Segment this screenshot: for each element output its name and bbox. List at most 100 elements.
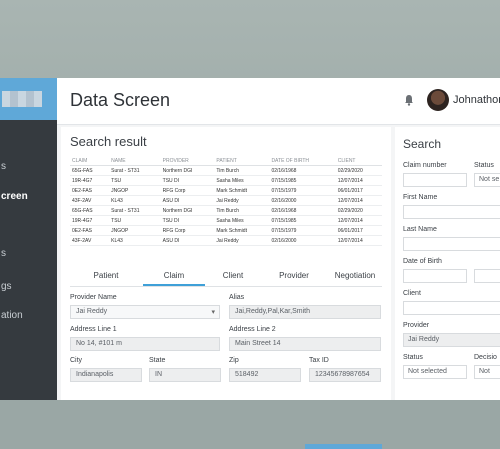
table-cell: 43F-2AV [70, 195, 110, 206]
table-cell: KL43 [109, 195, 161, 206]
client-label: Client [403, 290, 421, 297]
tab-patient[interactable]: Patient [75, 271, 137, 280]
column-header[interactable]: PATIENT [214, 157, 270, 166]
table-cell: Tim Burch [214, 165, 270, 176]
table-row[interactable]: 65G-FAS Surat - ST31 Northern DGI Tim Burch… [70, 205, 382, 216]
search-title: Search [403, 137, 442, 151]
provider-input[interactable]: Jai Reddy [403, 333, 500, 347]
table-cell: 02/16/2000 [269, 235, 336, 246]
table-row[interactable]: 19R-4G7 TSU TSU DI Sasha Miles 07/15/1985 12/… [70, 175, 382, 186]
table-cell: 12/07/2014 [335, 195, 382, 206]
table-cell: ASU DI [160, 235, 215, 246]
table-cell: Mark Schmidt [214, 225, 270, 236]
table-cell: ASU DI [160, 195, 215, 206]
taxid-label: Tax ID [309, 357, 329, 364]
dob-input[interactable] [403, 269, 467, 283]
bell-icon[interactable] [404, 94, 414, 106]
table-row[interactable]: 0E2-FAS JNGOP RFG Corp Mark Schmidt 07/15/19… [70, 225, 382, 236]
page-title: Data Screen [70, 90, 171, 110]
dob-input-2[interactable] [474, 269, 500, 283]
table-row[interactable]: 43F-2AV KL43 ASU DI Jai Reddy 02/16/2000 12/0… [70, 195, 382, 206]
table-cell: KL43 [109, 235, 161, 246]
table-cell: 02/29/2020 [335, 205, 382, 216]
table-cell: Northern DGI [160, 165, 215, 176]
address2-field[interactable]: Main Street 14 [229, 337, 381, 351]
taxid-field[interactable]: 12345678987654 [309, 368, 381, 382]
table-row[interactable]: 65G-FAS Surat - ST31 Northern DGI Tim Burch… [70, 165, 382, 176]
logo [2, 91, 42, 107]
sidebar-item-3[interactable]: s [1, 248, 6, 259]
zip-field[interactable]: 518492 [229, 368, 301, 382]
tab-bar: Patient Claim Client Provider Negotiatio… [70, 268, 382, 287]
provider-name-label: Provider Name [70, 294, 117, 301]
avatar[interactable] [427, 89, 449, 111]
top-bar: Data Screen Johnathon [57, 78, 500, 125]
state-label: State [149, 357, 166, 364]
state-field[interactable]: IN [149, 368, 221, 382]
table-cell: 07/15/1979 [269, 225, 336, 236]
table-cell: Sasha Miles [214, 175, 270, 186]
decision-select[interactable]: Not [474, 365, 500, 379]
table-cell: TSU [109, 215, 161, 226]
status-value: Not selected [408, 368, 447, 375]
column-header[interactable]: DATE OF BIRTH [269, 157, 336, 166]
table-cell: JNGOP [109, 185, 161, 196]
status-select[interactable]: Not selected [403, 365, 467, 379]
sidebar-item-data-screen[interactable]: creen [1, 191, 28, 202]
table-cell: Surat - ST31 [109, 205, 161, 216]
table-cell: 07/15/1985 [269, 175, 336, 186]
table-cell: TSU [109, 175, 161, 186]
sidebar-item-settings[interactable]: gs [1, 281, 12, 292]
column-header[interactable]: CLIENT [335, 157, 382, 166]
table-row[interactable]: 0E2-FAS JNGOP RFG Corp Mark Schmidt 07/15/19… [70, 185, 382, 196]
address1-field[interactable]: No 14, #101 m [70, 337, 220, 351]
city-field[interactable]: Indianapolis [70, 368, 142, 382]
last-name-label: Last Name [403, 226, 437, 233]
column-header[interactable]: NAME [109, 157, 161, 166]
tab-provider[interactable]: Provider [263, 271, 325, 280]
table-cell: Mark Schmidt [214, 185, 270, 196]
results-title: Search result [70, 134, 147, 149]
provider-name-select[interactable]: Jai Reddy ▾ [70, 305, 220, 319]
status-top-select[interactable]: Not se [474, 173, 500, 187]
table-cell: 02/16/2000 [269, 195, 336, 206]
table-cell: 65G-FAS [70, 165, 110, 176]
decision-label: Decisio [474, 354, 497, 361]
username[interactable]: Johnathon [453, 94, 500, 106]
table-cell: 12/07/2014 [335, 175, 382, 186]
claim-number-input[interactable] [403, 173, 467, 187]
last-name-input[interactable] [403, 237, 500, 251]
action-button[interactable] [305, 444, 382, 449]
column-header[interactable]: PROVIDER [160, 157, 215, 166]
table-row[interactable]: 19R-4G7 TSU TSU DI Sasha Miles 07/15/1985 12/… [70, 215, 382, 226]
results-table: CLAIM NAME PROVIDER PATIENT DATE OF BIRTH CLI… [70, 157, 382, 246]
table-cell: 19R-4G7 [70, 215, 110, 226]
table-cell: 19R-4G7 [70, 175, 110, 186]
tab-client[interactable]: Client [202, 271, 264, 280]
zip-label: Zip [229, 357, 239, 364]
client-input[interactable] [403, 301, 500, 315]
claim-number-label: Claim number [403, 162, 447, 169]
first-name-input[interactable] [403, 205, 500, 219]
address1-label: Address Line 1 [70, 326, 117, 333]
table-cell: 12/07/2014 [335, 215, 382, 226]
table-cell: TSU DI [160, 175, 215, 186]
table-row[interactable]: 43F-2AV KL43 ASU DI Jai Reddy 02/16/2000 12/0… [70, 235, 382, 246]
sidebar-item-1[interactable]: s [1, 161, 6, 172]
table-cell: 12/07/2014 [335, 235, 382, 246]
column-header[interactable]: CLAIM [70, 157, 110, 166]
alias-field[interactable]: Jai,Reddy,Pal,Kar,Smith [229, 305, 381, 319]
active-tab-indicator [143, 284, 205, 286]
chevron-down-icon: ▾ [211, 309, 215, 316]
table-cell: Sasha Miles [214, 215, 270, 226]
sidebar-item-navigation[interactable]: ation [1, 310, 23, 321]
table-cell: 02/16/1968 [269, 205, 336, 216]
tab-claim[interactable]: Claim [143, 271, 205, 280]
first-name-label: First Name [403, 194, 438, 201]
results-panel: Search result CLAIM NAME PROVIDER PATIENT DA… [61, 127, 391, 449]
table-cell: 0E2-FAS [70, 225, 110, 236]
main: Data Screen Johnathon Search result CLAI… [57, 78, 500, 449]
table-cell: JNGOP [109, 225, 161, 236]
provider-name-value: Jai Reddy [76, 308, 108, 315]
tab-negotiation[interactable]: Negotiation [324, 271, 386, 280]
